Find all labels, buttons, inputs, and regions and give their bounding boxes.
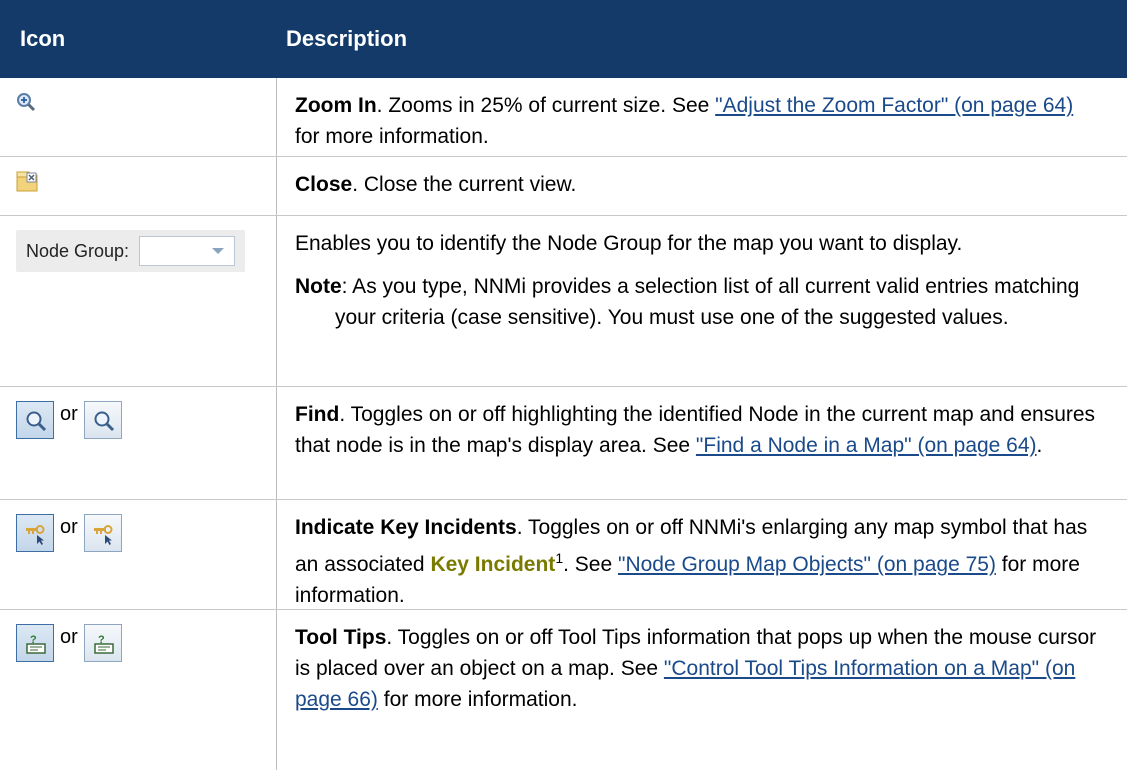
header-description: Description bbox=[286, 26, 408, 51]
close-title: Close bbox=[295, 173, 353, 196]
adjust-zoom-link[interactable]: "Adjust the Zoom Factor" (on page 64) bbox=[715, 94, 1073, 117]
icon-cell: ? or ? bbox=[0, 610, 277, 770]
node-group-selector: Node Group: bbox=[16, 230, 246, 272]
node-group-map-link[interactable]: "Node Group Map Objects" (on page 75) bbox=[618, 553, 996, 576]
table-row: ? or ? Tool Tips. Toggles on or off Tool… bbox=[0, 610, 1127, 770]
find-title: Find bbox=[295, 403, 340, 426]
description-cell: Close. Close the current view. bbox=[277, 157, 1127, 215]
icon-cell: or bbox=[0, 500, 277, 609]
note-text: : As you type, NNMi provides a selection… bbox=[335, 275, 1080, 329]
find-icon bbox=[83, 401, 122, 439]
chevron-down-icon bbox=[212, 248, 225, 254]
icon-cell: or bbox=[0, 387, 277, 499]
key-incident-icon bbox=[16, 514, 54, 552]
find-icon bbox=[16, 401, 54, 439]
table-row: or Find. Toggles on or off highlighting … bbox=[0, 387, 1127, 500]
tool-tips-text-end: for more information. bbox=[377, 688, 578, 711]
table-row: Close. Close the current view. bbox=[0, 157, 1127, 216]
find-node-link[interactable]: "Find a Node in a Map" (on page 64) bbox=[696, 434, 1037, 457]
key-incidents-text-mid: . See bbox=[563, 553, 618, 576]
description-cell: Find. Toggles on or off highlighting the… bbox=[277, 387, 1127, 499]
close-text: . Close the current view. bbox=[352, 173, 577, 196]
icon-description-table: Icon Description Zoom In. Zooms in 25% o… bbox=[0, 0, 1127, 770]
table-header: Icon Description bbox=[0, 0, 1127, 78]
note-label: Note bbox=[295, 275, 342, 298]
zoom-in-text: . Zooms in 25% of current size. See bbox=[376, 94, 716, 117]
table-row: Zoom In. Zooms in 25% of current size. S… bbox=[0, 78, 1127, 157]
close-view-icon bbox=[16, 171, 38, 197]
header-icon: Icon bbox=[20, 26, 66, 51]
zoom-in-title: Zoom In bbox=[295, 94, 377, 117]
table-row: Node Group: Enables you to identify the … bbox=[0, 216, 1127, 387]
icon-cell bbox=[0, 157, 277, 215]
description-cell: Tool Tips. Toggles on or off Tool Tips i… bbox=[277, 610, 1127, 770]
key-incident-icon bbox=[83, 514, 122, 552]
svg-text:?: ? bbox=[98, 634, 105, 646]
node-group-desc: Enables you to identify the Node Group f… bbox=[295, 232, 963, 255]
or-label: or bbox=[60, 516, 78, 538]
node-group-dropdown bbox=[139, 236, 236, 266]
table-row: or Indicate Key Incidents. Toggles on or… bbox=[0, 500, 1127, 610]
zoom-in-icon bbox=[16, 93, 36, 116]
tool-tips-title: Tool Tips bbox=[295, 626, 387, 649]
or-label: or bbox=[60, 626, 78, 648]
svg-text:?: ? bbox=[30, 634, 37, 646]
or-label: or bbox=[60, 403, 78, 425]
tool-tips-icon: ? bbox=[16, 624, 54, 662]
icon-cell: Node Group: bbox=[0, 216, 277, 386]
description-cell: Indicate Key Incidents. Toggles on or of… bbox=[277, 500, 1127, 609]
icon-cell bbox=[0, 78, 277, 156]
description-cell: Enables you to identify the Node Group f… bbox=[277, 216, 1127, 386]
zoom-in-text-end: for more information. bbox=[295, 125, 489, 148]
description-cell: Zoom In. Zooms in 25% of current size. S… bbox=[277, 78, 1127, 156]
key-incident-term[interactable]: Key Incident bbox=[430, 553, 555, 576]
key-incidents-title: Indicate Key Incidents bbox=[295, 516, 517, 539]
node-group-label: Node Group: bbox=[26, 240, 130, 261]
find-text-end: . bbox=[1036, 434, 1043, 457]
footnote-marker: 1 bbox=[555, 550, 564, 566]
tool-tips-icon: ? bbox=[83, 624, 122, 662]
note-paragraph: Note: As you type, NNMi provides a selec… bbox=[295, 271, 1103, 333]
